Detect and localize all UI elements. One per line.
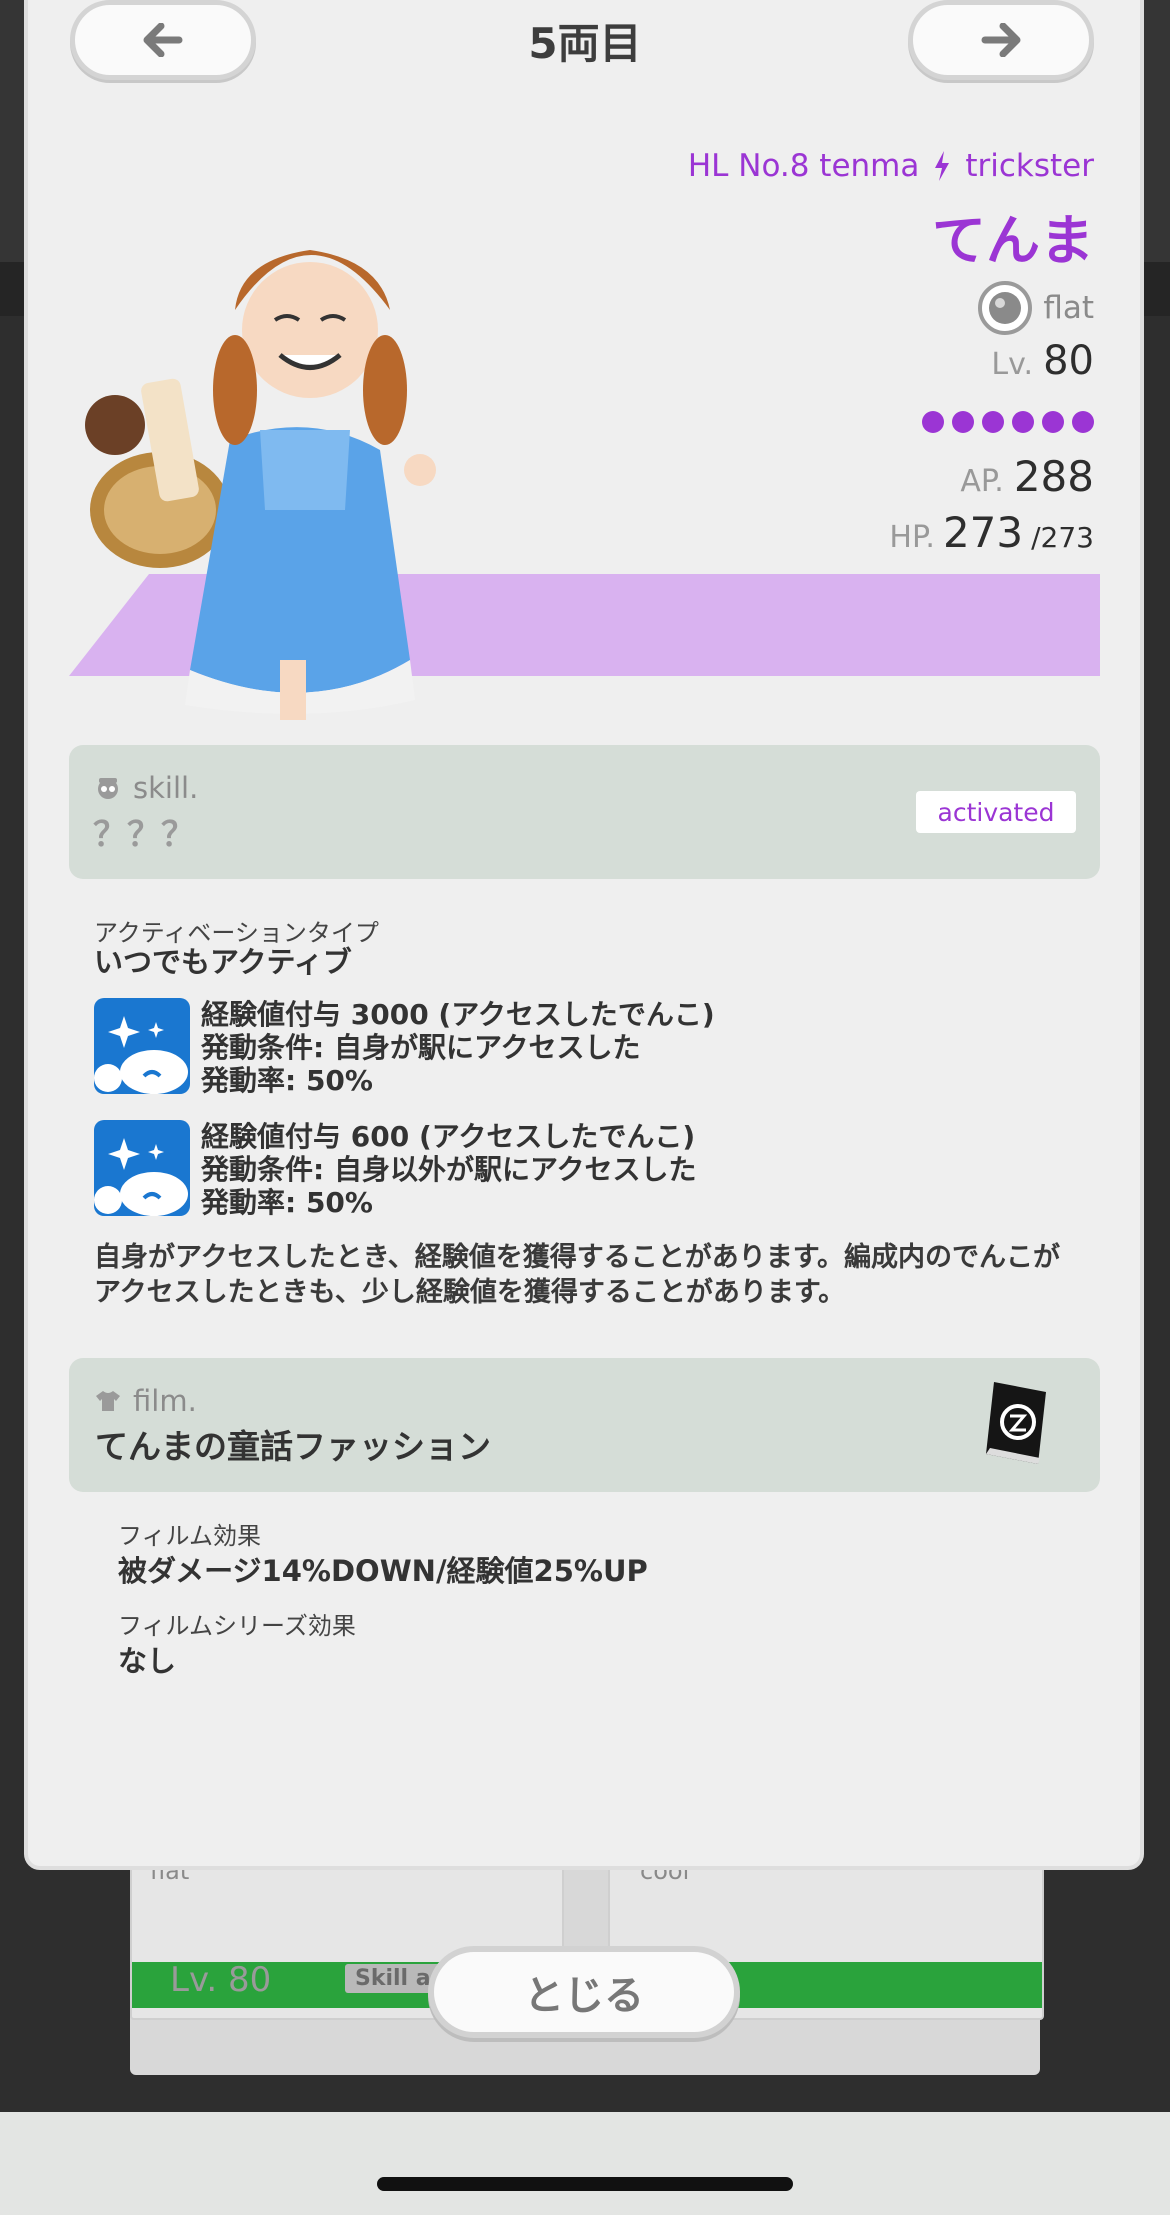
skill-header: skill. — [95, 771, 198, 805]
film-book-icon — [986, 1382, 1046, 1464]
film-label: film. — [133, 1384, 197, 1418]
rarity-dot — [982, 411, 1004, 433]
character-name: てんま — [932, 209, 1094, 272]
skill-panel[interactable]: skill. ？？？ activated — [69, 745, 1100, 879]
rarity-dots — [922, 411, 1094, 433]
shirt-icon — [96, 1391, 120, 1411]
rarity-dot — [1012, 411, 1034, 433]
ap-row: AP. 288 — [960, 452, 1094, 501]
character-number: HL No.8 tenma — [687, 148, 920, 184]
skill-effect-2-line2: 発動条件: 自身以外が駅にアクセスした — [201, 1153, 697, 1186]
skill-name: ？？？ — [93, 815, 195, 855]
level-label: Lv. — [991, 347, 1034, 382]
hp-max: /273 — [1031, 521, 1094, 554]
rarity-dot — [952, 411, 974, 433]
close-button[interactable]: とじる — [428, 1946, 740, 2038]
arrow-left-icon — [143, 23, 183, 57]
character-id-line: HL No.8 tenma trickster — [688, 148, 1094, 184]
rarity-dot — [922, 411, 944, 433]
skill-status-badge: activated — [916, 791, 1076, 833]
film-effect-value: 被ダメージ14%DOWN/経験値25%UP — [118, 1554, 648, 1588]
hp-row: HP. 273 /273 — [889, 508, 1094, 557]
page-title: 5両目 — [528, 19, 642, 68]
skill-effect-2-line3: 発動率: 50% — [201, 1186, 373, 1219]
skill-effect-2: 経験値付与 600 (アクセスしたでんこ) 発動条件: 自身以外が駅にアクセスし… — [201, 1120, 697, 1219]
ap-label: AP. — [960, 464, 1004, 499]
ap-value: 288 — [1013, 452, 1094, 501]
character-type: trickster — [965, 148, 1094, 184]
skill-icon — [98, 778, 118, 799]
skill-effect-1-line2: 発動条件: 自身が駅にアクセスした — [201, 1031, 641, 1064]
arrow-right-icon — [981, 23, 1021, 57]
attribute-flat-icon — [978, 281, 1033, 335]
background-skill-tag: Skill a — [345, 1964, 441, 1993]
film-series-label: フィルムシリーズ効果 — [118, 1612, 356, 1640]
prev-button[interactable] — [70, 0, 256, 80]
attribute-row: flat — [977, 280, 1094, 336]
level-row: Lv. 80 — [991, 338, 1094, 384]
skill-description: 自身がアクセスしたとき、経験値を獲得することがあります。編成内のでんこがアクセス… — [94, 1242, 1061, 1308]
hp-value: 273 — [942, 508, 1024, 557]
rarity-dot — [1072, 411, 1094, 433]
skill-effect-1-line1: 経験値付与 3000 (アクセスしたでんこ) — [201, 998, 715, 1031]
attribute-label: flat — [1043, 290, 1094, 326]
activation-type-value: いつでもアクティブ — [94, 945, 352, 979]
skill-effect-1-line3: 発動率: 50% — [201, 1064, 373, 1097]
bottom-safe-area — [0, 2112, 1170, 2215]
film-effect-label: フィルム効果 — [118, 1522, 262, 1550]
next-button[interactable] — [908, 0, 1094, 80]
exp-effect-icon — [94, 1120, 190, 1216]
rarity-dot — [1042, 411, 1064, 433]
film-panel[interactable]: film. てんまの童話ファッション — [69, 1358, 1100, 1492]
skill-effect-2-line1: 経験値付与 600 (アクセスしたでんこ) — [201, 1120, 696, 1153]
skill-effect-1: 経験値付与 3000 (アクセスしたでんこ) 発動条件: 自身が駅にアクセスした… — [201, 998, 715, 1097]
film-name: てんまの童話ファッション — [95, 1427, 491, 1466]
hp-label: HP. — [889, 520, 935, 555]
lightning-icon — [935, 151, 950, 181]
film-header: film. — [95, 1384, 197, 1418]
level-value: 80 — [1043, 338, 1094, 384]
background-level: Lv. 80 — [170, 1960, 272, 2000]
exp-effect-icon — [94, 998, 190, 1094]
skill-label: skill. — [133, 771, 199, 805]
home-indicator[interactable] — [377, 2177, 793, 2191]
character-illustration — [85, 250, 436, 720]
film-series-value: なし — [118, 1644, 177, 1678]
